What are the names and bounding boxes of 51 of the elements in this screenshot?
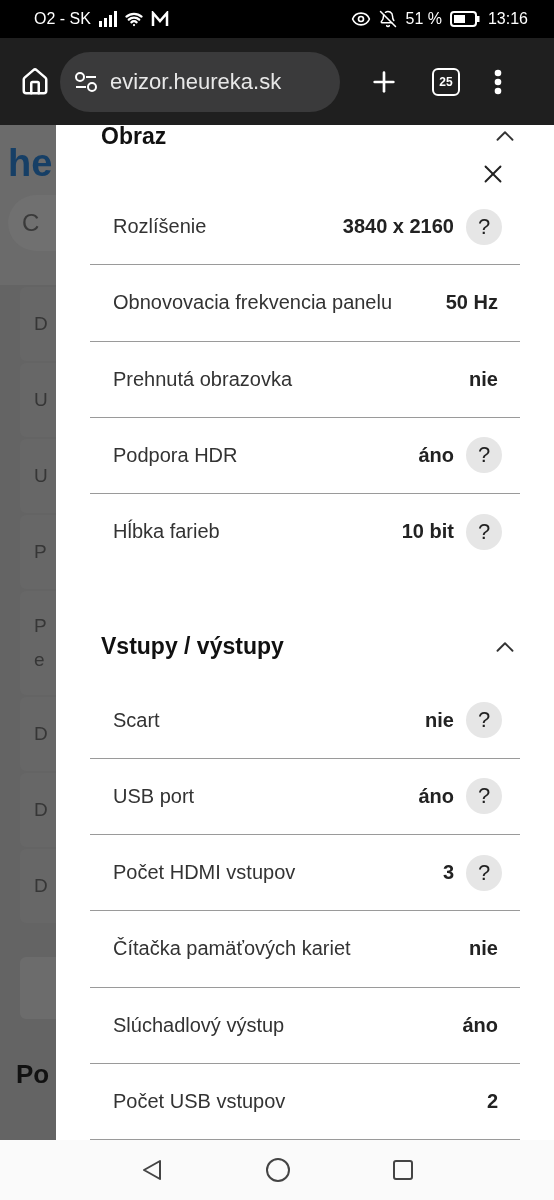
house-icon bbox=[20, 66, 50, 97]
spec-label: Scart bbox=[113, 708, 161, 732]
spec-value: áno bbox=[418, 443, 454, 467]
help-button[interactable]: ? bbox=[466, 208, 502, 245]
eye-icon bbox=[351, 9, 372, 29]
spec-label: Prehnutá obrazovka bbox=[113, 367, 293, 391]
home-icon[interactable] bbox=[265, 1157, 291, 1183]
spec-value: 3 bbox=[442, 861, 454, 885]
spec-value: 10 bit bbox=[401, 520, 454, 544]
signal-icon bbox=[98, 11, 117, 27]
section-title: Vstupy / výstupy bbox=[101, 633, 284, 661]
help-button[interactable]: ? bbox=[466, 437, 502, 474]
section-title: Obraz bbox=[101, 125, 167, 150]
more-icon bbox=[494, 68, 502, 95]
help-button[interactable]: ? bbox=[466, 854, 502, 891]
home-button[interactable] bbox=[20, 66, 50, 97]
spec-value: 2 bbox=[486, 1089, 498, 1113]
bell-off-icon bbox=[379, 10, 398, 28]
spec-value: áno bbox=[418, 784, 454, 808]
help-button[interactable]: ? bbox=[466, 778, 502, 815]
spec-value: nie bbox=[425, 708, 454, 732]
help-button[interactable]: ? bbox=[466, 702, 502, 739]
spec-label: Čítačka pamäťových kariet bbox=[113, 937, 352, 961]
carrier-name: O2 - SK bbox=[34, 10, 91, 28]
app-icon bbox=[150, 11, 169, 27]
spec-value: áno bbox=[462, 1013, 498, 1037]
menu-button[interactable] bbox=[494, 68, 502, 95]
spec-label: Obnovovacia frekvencia panelu bbox=[113, 291, 394, 315]
spec-label: Hĺbka farieb bbox=[113, 520, 221, 544]
battery-icon bbox=[449, 11, 480, 27]
wifi-icon bbox=[124, 10, 143, 28]
recents-icon[interactable] bbox=[391, 1159, 414, 1181]
spec-label: Podpora HDR bbox=[113, 443, 239, 467]
spec-label: Počet HDMI vstupov bbox=[113, 861, 297, 885]
spec-label: Rozlíšenie bbox=[113, 215, 208, 239]
tab-count-button[interactable]: 25 bbox=[432, 67, 460, 96]
spec-label: Počet USB vstupov bbox=[113, 1089, 287, 1113]
clock-time: 13:16 bbox=[487, 10, 528, 28]
url-text: evizor.heureka.sk bbox=[110, 68, 282, 95]
address-bar[interactable]: evizor.heureka.sk bbox=[60, 51, 340, 112]
spec-value: 50 Hz bbox=[445, 291, 498, 315]
battery-percent: 51 % bbox=[405, 10, 442, 28]
section-heading: Po bbox=[16, 1059, 51, 1090]
spec-value: nie bbox=[469, 937, 498, 961]
spec-value: 3840 x 2160 bbox=[342, 215, 454, 239]
help-button[interactable]: ? bbox=[466, 513, 502, 550]
site-settings-icon bbox=[74, 71, 98, 92]
site-logo: he bbox=[8, 141, 54, 186]
spec-label: Slúchadlový výstup bbox=[113, 1013, 286, 1037]
spec-value: nie bbox=[469, 367, 498, 391]
spec-label: USB port bbox=[113, 784, 196, 808]
